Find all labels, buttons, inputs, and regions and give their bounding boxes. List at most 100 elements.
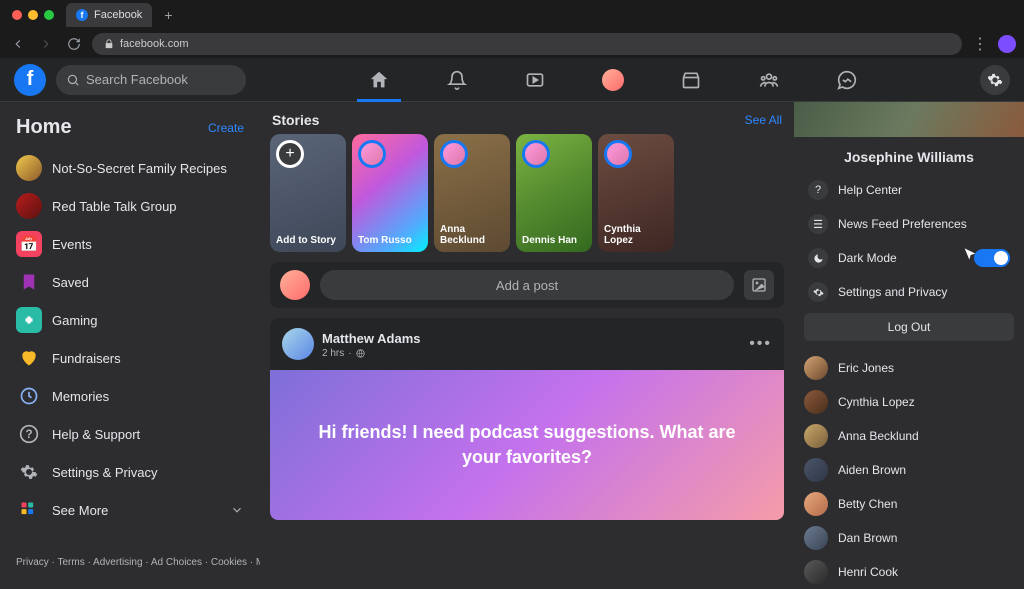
composer-input[interactable]: Add a post — [320, 270, 734, 300]
reload-button[interactable] — [64, 34, 84, 54]
contact-item[interactable]: Henri Cook — [804, 555, 1014, 589]
story-name: Add to Story — [276, 235, 336, 246]
sidebar-item-saved[interactable]: Saved — [8, 263, 252, 301]
settings-button[interactable] — [980, 65, 1010, 95]
sidebar-item-label: Saved — [52, 275, 89, 290]
sidebar-item-seemore[interactable]: See More — [8, 491, 252, 529]
composer-photo-button[interactable] — [744, 270, 774, 300]
browser-tab[interactable]: f Facebook — [66, 3, 152, 27]
watch-tab[interactable] — [521, 66, 549, 94]
menu-news-prefs[interactable]: ☰ News Feed Preferences — [804, 207, 1014, 241]
contact-item[interactable]: Cynthia Lopez — [804, 385, 1014, 419]
help-icon: ? — [808, 180, 828, 200]
moon-icon — [808, 248, 828, 268]
profile-tab[interactable] — [599, 66, 627, 94]
create-link[interactable]: Create — [208, 121, 244, 135]
browser-profile-icon[interactable] — [998, 35, 1016, 53]
browser-menu-button[interactable]: ⋮ — [970, 34, 990, 54]
contact-avatar-icon — [804, 356, 828, 380]
cursor-icon — [962, 247, 978, 263]
forward-button[interactable] — [36, 34, 56, 54]
contact-name: Cynthia Lopez — [838, 395, 915, 409]
maximize-icon[interactable] — [44, 10, 54, 20]
sidebar-item-label: Gaming — [52, 313, 98, 328]
url-text: facebook.com — [120, 38, 188, 50]
post-avatar-icon[interactable] — [282, 328, 314, 360]
facebook-logo[interactable]: f — [14, 64, 46, 96]
top-nav — [256, 66, 970, 94]
contacts-list: Eric Jones Cynthia Lopez Anna Becklund A… — [794, 351, 1024, 589]
contact-name: Betty Chen — [838, 497, 897, 511]
right-panel: Josephine Williams ? Help Center ☰ News … — [794, 102, 1024, 589]
profile-name[interactable]: Josephine Williams — [804, 145, 1014, 173]
profile-cover — [794, 102, 1024, 137]
avatar-icon — [602, 69, 624, 91]
contact-name: Henri Cook — [838, 565, 898, 579]
post-author[interactable]: Matthew Adams — [322, 331, 420, 346]
gear-icon — [808, 282, 828, 302]
contact-avatar-icon — [804, 458, 828, 482]
marketplace-tab[interactable] — [677, 66, 705, 94]
browser-window: f Facebook + facebook.com ⋮ f Search Fac… — [0, 0, 1024, 589]
story-card[interactable]: Dennis Han — [516, 134, 592, 252]
menu-help-center[interactable]: ? Help Center — [804, 173, 1014, 207]
sidebar-footer: Privacy · Terms · Advertising · Ad Choic… — [8, 547, 252, 579]
sidebar-item-redtable[interactable]: Red Table Talk Group — [8, 187, 252, 225]
menu-label: News Feed Preferences — [838, 217, 967, 231]
help-icon: ? — [16, 421, 42, 447]
menu-label: Dark Mode — [838, 251, 897, 265]
sidebar-item-events[interactable]: 📅 Events — [8, 225, 252, 263]
menu-dark-mode[interactable]: Dark Mode — [804, 241, 1014, 275]
post-time: 2 hrs — [322, 348, 344, 359]
logout-button[interactable]: Log Out — [804, 313, 1014, 341]
new-tab-button[interactable]: + — [158, 7, 178, 23]
sidebar-item-gaming[interactable]: Gaming — [8, 301, 252, 339]
contact-item[interactable]: Anna Becklund — [804, 419, 1014, 453]
contact-item[interactable]: Aiden Brown — [804, 453, 1014, 487]
sidebar-item-memories[interactable]: Memories — [8, 377, 252, 415]
watch-icon — [525, 70, 545, 90]
sidebar-item-settings[interactable]: Settings & Privacy — [8, 453, 252, 491]
stories-see-all[interactable]: See All — [745, 113, 782, 127]
menu-settings-privacy[interactable]: Settings and Privacy — [804, 275, 1014, 309]
sidebar-item-fundraisers[interactable]: Fundraisers — [8, 339, 252, 377]
browser-tab-strip: f Facebook + — [0, 0, 1024, 30]
dark-mode-toggle[interactable] — [974, 249, 1010, 267]
contact-item[interactable]: Dan Brown — [804, 521, 1014, 555]
story-card[interactable]: Tom Russo — [352, 134, 428, 252]
groups-tab[interactable] — [755, 66, 783, 94]
tab-title: Facebook — [94, 9, 142, 21]
left-sidebar: Home Create Not-So-Secret Family Recipes… — [0, 102, 260, 589]
post-menu-button[interactable]: ••• — [749, 335, 772, 353]
sidebar-item-label: See More — [52, 503, 108, 518]
notifications-tab[interactable] — [443, 66, 471, 94]
contact-item[interactable]: Eric Jones — [804, 351, 1014, 385]
groups-icon — [759, 70, 779, 90]
story-card[interactable]: Anna Becklund — [434, 134, 510, 252]
story-add[interactable]: + Add to Story — [270, 134, 346, 252]
sidebar-item-recipes[interactable]: Not-So-Secret Family Recipes — [8, 149, 252, 187]
contact-name: Anna Becklund — [838, 429, 919, 443]
sidebar-item-help[interactable]: ? Help & Support — [8, 415, 252, 453]
menu-label: Help Center — [838, 183, 902, 197]
contact-name: Dan Brown — [838, 531, 897, 545]
search-input[interactable]: Search Facebook — [56, 65, 246, 95]
post-composer: Add a post — [270, 262, 784, 308]
contact-item[interactable]: Betty Chen — [804, 487, 1014, 521]
minimize-icon[interactable] — [28, 10, 38, 20]
story-card[interactable]: Cynthia Lopez — [598, 134, 674, 252]
heart-icon — [16, 345, 42, 371]
story-name: Dennis Han — [522, 235, 577, 246]
sidebar-item-label: Not-So-Secret Family Recipes — [52, 161, 227, 176]
home-tab[interactable] — [365, 66, 393, 94]
globe-icon: · — [348, 348, 351, 359]
messenger-tab[interactable] — [833, 66, 861, 94]
marketplace-icon — [681, 70, 701, 90]
composer-avatar-icon — [280, 270, 310, 300]
close-icon[interactable] — [12, 10, 22, 20]
url-field[interactable]: facebook.com — [92, 33, 962, 55]
traffic-lights[interactable] — [6, 10, 60, 20]
grid-icon — [16, 497, 42, 523]
menu-label: Settings and Privacy — [838, 285, 947, 299]
back-button[interactable] — [8, 34, 28, 54]
